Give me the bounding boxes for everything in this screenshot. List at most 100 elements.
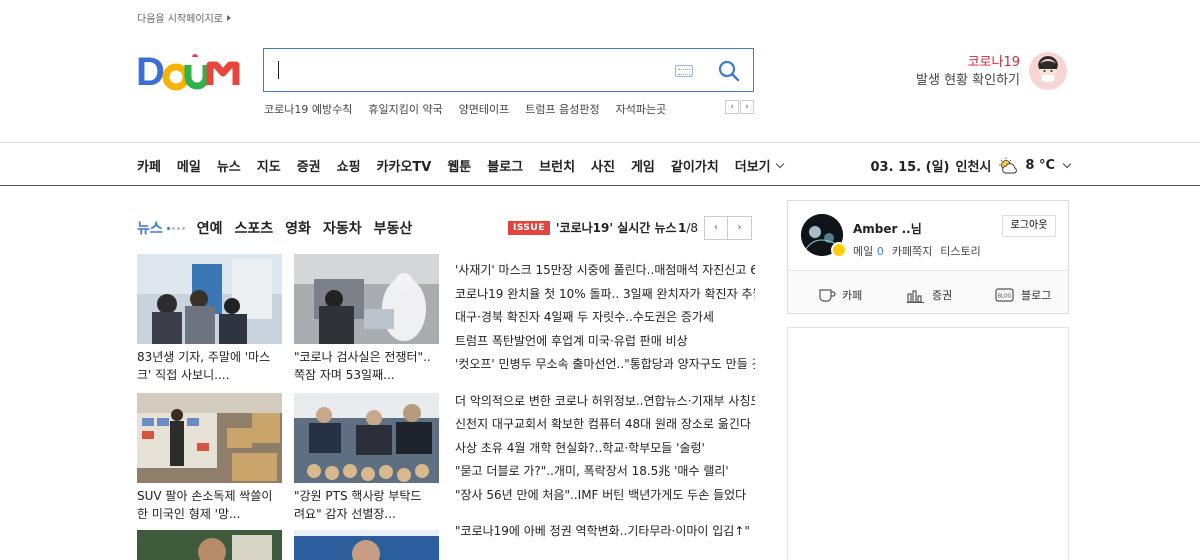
kakao-badge-icon — [831, 242, 847, 258]
news-caption[interactable]: SUV 팔아 손소독제 싹쓸이 한 미국인 형제 '망... — [137, 487, 282, 523]
suggestion-item[interactable]: 양면테이프 — [459, 101, 510, 117]
suggestion-item[interactable]: 트럼프 음성판정 — [525, 101, 599, 117]
news-thumbnail[interactable] — [137, 254, 282, 344]
daum-logo[interactable]: D — [136, 47, 248, 95]
nav-item-together[interactable]: 같이가치 — [671, 156, 719, 175]
svg-text:D: D — [136, 50, 165, 94]
search-icon[interactable] — [716, 58, 742, 84]
nav-item-stock[interactable]: 증권 — [297, 156, 321, 175]
tab-car[interactable]: 자동차 — [323, 218, 362, 238]
user-name[interactable]: Amber ..님 — [853, 220, 922, 237]
divider — [0, 142, 1200, 143]
mask-face-icon[interactable] — [1029, 52, 1067, 90]
keyboard-icon[interactable] — [675, 65, 693, 77]
svg-text:BLOG: BLOG — [998, 294, 1012, 300]
headline-link[interactable]: 사상 초유 4월 개학 현실화?..학교·학부모들 '술렁' — [455, 437, 755, 461]
news-caption[interactable]: 83년생 기자, 주말에 '마스 크' 직접 사보니.... — [137, 348, 282, 384]
headline-link[interactable]: 대구·경북 확진자 4일째 두 자릿수..수도권은 증가세 — [455, 306, 755, 330]
tab-entertainment[interactable]: 연예 — [197, 218, 223, 238]
nav-item-game[interactable]: 게임 — [631, 156, 655, 175]
headline-link[interactable]: 트럼프 폭탄발언에 후업계 미국·유럽 판매 비상 — [455, 330, 755, 354]
headline-link[interactable]: "코로나19에 아베 정권 역학변화..기타무라·이마이 입김↑" — [455, 520, 755, 544]
news-caption[interactable]: "강원 PTS 핵사랑 부탁드 려요" 감자 선별장... — [294, 487, 439, 523]
issue-badge: ISSUE — [508, 220, 550, 235]
corona-subtitle: 발생 현황 확인하기 — [916, 73, 1020, 88]
nav-item-blog[interactable]: 블로그 — [487, 156, 523, 175]
nav-item-webtoon[interactable]: 웹툰 — [447, 156, 471, 175]
news-tabs: 뉴스 연예 스포츠 영화 자동차 부동산 — [137, 218, 424, 238]
headline-link[interactable]: 코로나19 완치율 첫 10% 돌파.. 3일째 완치자가 확진자 추월 — [455, 283, 755, 307]
divider — [0, 185, 1200, 186]
mail-link[interactable]: 메일 0 — [853, 243, 884, 259]
nav-item-photo[interactable]: 사진 — [591, 156, 615, 175]
chevron-down-icon[interactable] — [1062, 159, 1072, 168]
weather-city: 인천시 — [955, 160, 992, 175]
nav-item-kakaotv[interactable]: 카카오TV — [377, 156, 432, 175]
headline-link[interactable]: 더 악의적으로 변한 코로나 허위정보..연합뉴스·기재부 사칭도 — [455, 390, 755, 414]
news-caption[interactable]: "코로나 검사실은 전쟁터".. 쪽잠 자며 53일째... — [294, 348, 439, 384]
nav-more-label: 더보기 — [734, 160, 771, 175]
corona-title: 코로나19 — [967, 55, 1020, 70]
bar-chart-icon — [907, 290, 924, 303]
nav-item-brunch[interactable]: 브런치 — [539, 156, 575, 175]
news-thumbnail[interactable] — [294, 530, 439, 560]
news-thumbnail[interactable] — [294, 254, 439, 344]
nav-item-news[interactable]: 뉴스 — [217, 156, 241, 175]
issue-link[interactable]: ISSUE '코로나19' 실시간 뉴스 — [508, 219, 677, 236]
tab-news[interactable]: 뉴스 — [137, 218, 163, 238]
nav-item-shopping[interactable]: 쇼핑 — [337, 156, 361, 175]
news-thumbnail[interactable] — [137, 530, 282, 560]
logout-button[interactable]: 로그아웃 — [1002, 215, 1056, 237]
start-page-label: 다음을 시작페이지로 — [137, 14, 223, 25]
weather-date: 03. 15. (일) — [870, 160, 950, 175]
nav-item-map[interactable]: 지도 — [257, 156, 281, 175]
partly-cloudy-icon — [999, 157, 1018, 173]
chevron-right-icon[interactable]: › — [740, 100, 754, 114]
arrow-right-icon — [226, 14, 231, 21]
service-stock[interactable]: 증권 — [906, 287, 952, 303]
tab-indicator-dots — [166, 226, 185, 230]
service-nav: 카페 메일 뉴스 지도 증권 쇼핑 카카오TV 웹툰 블로그 브런치 사진 게임… — [137, 156, 799, 175]
news-thumbnail[interactable] — [137, 393, 282, 483]
user-info: Amber ..님 메일 0 카페쪽지 티스토리 로그아웃 — [788, 201, 1068, 271]
pager-count: 1/8 — [678, 221, 699, 235]
user-links: 메일 0 카페쪽지 티스토리 — [853, 243, 981, 259]
nav-item-cafe[interactable]: 카페 — [137, 156, 161, 175]
suggestion-item[interactable]: 휴일지킴이 약국 — [368, 101, 442, 117]
news-thumbnail[interactable] — [294, 393, 439, 483]
ad-banner[interactable] — [787, 327, 1069, 560]
chevron-left-icon[interactable]: ‹ — [725, 100, 739, 114]
nav-item-mail[interactable]: 메일 — [177, 156, 201, 175]
corona-status-link[interactable]: 코로나19 발생 현황 확인하기 — [916, 54, 1020, 90]
tab-sports[interactable]: 스포츠 — [235, 218, 274, 238]
headline-link[interactable]: '사재기' 마스크 15만장 시중에 풀린다..매점매석 자진신고 6건 — [455, 259, 755, 283]
search-box[interactable] — [263, 48, 754, 92]
cafe-note-link[interactable]: 카페쪽지 — [892, 243, 932, 259]
search-input[interactable] — [278, 58, 658, 82]
blog-icon: BLOG — [995, 288, 1014, 302]
service-blog[interactable]: BLOG 블로그 — [995, 287, 1051, 303]
suggestion-pager: ‹ › — [725, 100, 754, 114]
headline-link[interactable]: 신천지 대구교회서 확보한 컴퓨터 48대 원래 장소로 옮긴다 — [455, 413, 755, 437]
headline-link[interactable]: "묻고 더블로 가?"..개미, 폭락장서 18.5兆 '매수 랠리' — [455, 460, 755, 484]
headline-list: '사재기' 마스크 15만장 시중에 풀린다..매점매석 자진신고 6건 코로나… — [455, 259, 755, 544]
news-pager: 1/8 ‹ › — [678, 216, 753, 240]
headline-link[interactable]: "장사 56년 만에 처음"..IMF 버틴 백년가게도 두손 들었다 — [455, 484, 755, 508]
search-suggestions: 코로나19 예방수칙 휴일지킴이 약국 양면테이프 트럼프 음성판정 자석파는곳 — [264, 101, 666, 117]
service-cafe[interactable]: 카페 — [818, 287, 862, 303]
nav-more-button[interactable]: 더보기 — [734, 156, 784, 175]
chevron-down-icon — [775, 159, 784, 168]
chevron-left-icon[interactable]: ‹ — [704, 216, 729, 240]
set-start-page-link[interactable]: 다음을 시작페이지로 — [137, 10, 231, 25]
chevron-right-icon[interactable]: › — [728, 216, 753, 240]
tab-realestate[interactable]: 부동산 — [374, 218, 413, 238]
headline-link[interactable]: '컷오프' 민병두 무소속 출마선언.."통합당과 양자구도 만들 것" — [455, 353, 755, 377]
suggestion-item[interactable]: 자석파는곳 — [616, 101, 667, 117]
cup-icon — [819, 289, 836, 302]
weather-temp: 8 °C — [1025, 158, 1055, 173]
suggestion-item[interactable]: 코로나19 예방수칙 — [264, 101, 352, 117]
user-card: Amber ..님 메일 0 카페쪽지 티스토리 로그아웃 카페 증권 BLOG… — [787, 200, 1069, 314]
tistory-link[interactable]: 티스토리 — [940, 243, 980, 259]
weather-widget[interactable]: 03. 15. (일) 인천시 8 °C — [870, 156, 1072, 175]
tab-movie[interactable]: 영화 — [285, 218, 311, 238]
